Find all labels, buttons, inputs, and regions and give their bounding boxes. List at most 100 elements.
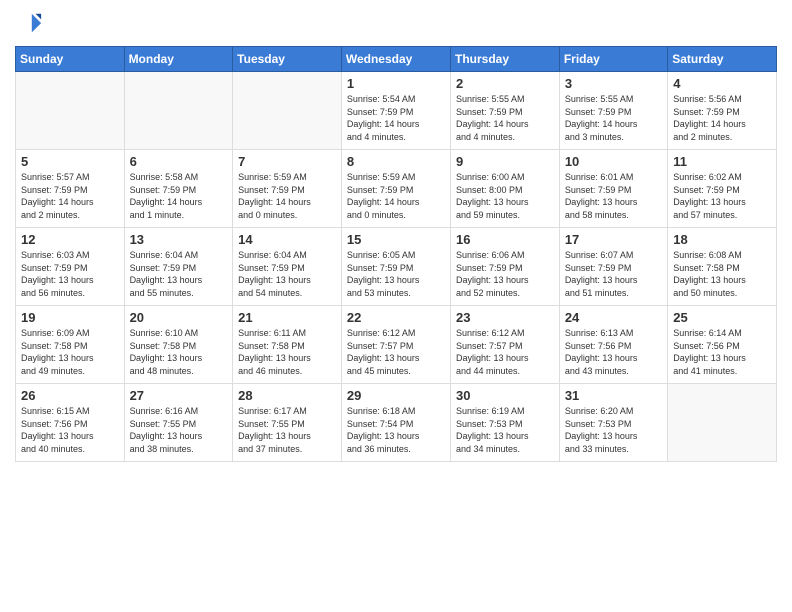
day-info: Sunrise: 6:17 AM Sunset: 7:55 PM Dayligh… <box>238 405 336 455</box>
calendar-cell: 5Sunrise: 5:57 AM Sunset: 7:59 PM Daylig… <box>16 150 125 228</box>
day-info: Sunrise: 6:09 AM Sunset: 7:58 PM Dayligh… <box>21 327 119 377</box>
calendar-cell: 16Sunrise: 6:06 AM Sunset: 7:59 PM Dayli… <box>450 228 559 306</box>
day-number: 9 <box>456 154 554 169</box>
day-info: Sunrise: 6:19 AM Sunset: 7:53 PM Dayligh… <box>456 405 554 455</box>
calendar-cell: 14 Sunrise: 6:04 AM Sunset: 7:59 PM Dayli… <box>233 228 342 306</box>
day-number: 22 <box>347 310 445 325</box>
day-number: 19 <box>21 310 119 325</box>
day-number: 30 <box>456 388 554 403</box>
day-number: 7 <box>238 154 336 169</box>
weekday-header-friday: Friday <box>559 47 667 72</box>
calendar: SundayMondayTuesdayWednesdayThursdayFrid… <box>15 46 777 462</box>
page: SundayMondayTuesdayWednesdayThursdayFrid… <box>0 0 792 612</box>
day-number: 31 <box>565 388 662 403</box>
day-number: 10 <box>565 154 662 169</box>
logo <box>15 10 47 38</box>
day-number: 2 <box>456 76 554 91</box>
calendar-cell: 19 Sunrise: 6:09 AM Sunset: 7:58 PM Dayli… <box>16 306 125 384</box>
week-row-4: 26 Sunrise: 6:15 AM Sunset: 7:56 PM Dayli… <box>16 384 777 462</box>
week-row-3: 19 Sunrise: 6:09 AM Sunset: 7:58 PM Dayli… <box>16 306 777 384</box>
day-number: 3 <box>565 76 662 91</box>
calendar-cell <box>124 72 233 150</box>
day-number: 17 <box>565 232 662 247</box>
day-info: Sunrise: 6:16 AM Sunset: 7:55 PM Dayligh… <box>130 405 228 455</box>
day-info: Sunrise: 6:00 AM Sunset: 8:00 PM Dayligh… <box>456 171 554 221</box>
day-info: Sunrise: 6:10 AM Sunset: 7:58 PM Dayligh… <box>130 327 228 377</box>
day-number: 6 <box>130 154 228 169</box>
calendar-cell: 13 Sunrise: 6:04 AM Sunset: 7:59 PM Dayli… <box>124 228 233 306</box>
calendar-cell: 30 Sunrise: 6:19 AM Sunset: 7:53 PM Dayli… <box>450 384 559 462</box>
weekday-header-saturday: Saturday <box>668 47 777 72</box>
calendar-cell <box>668 384 777 462</box>
day-number: 12 <box>21 232 119 247</box>
day-info: Sunrise: 5:59 AM Sunset: 7:59 PM Dayligh… <box>238 171 336 221</box>
weekday-header-thursday: Thursday <box>450 47 559 72</box>
day-info: Sunrise: 5:56 AM Sunset: 7:59 PM Dayligh… <box>673 93 771 143</box>
day-number: 23 <box>456 310 554 325</box>
week-row-2: 12 Sunrise: 6:03 AM Sunset: 7:59 PM Dayli… <box>16 228 777 306</box>
day-number: 14 <box>238 232 336 247</box>
calendar-cell: 2 Sunrise: 5:55 AM Sunset: 7:59 PM Daylig… <box>450 72 559 150</box>
calendar-cell: 27 Sunrise: 6:16 AM Sunset: 7:55 PM Dayli… <box>124 384 233 462</box>
day-number: 28 <box>238 388 336 403</box>
calendar-cell: 21Sunrise: 6:11 AM Sunset: 7:58 PM Dayli… <box>233 306 342 384</box>
day-number: 29 <box>347 388 445 403</box>
day-number: 18 <box>673 232 771 247</box>
calendar-cell: 12 Sunrise: 6:03 AM Sunset: 7:59 PM Dayli… <box>16 228 125 306</box>
day-info: Sunrise: 6:01 AM Sunset: 7:59 PM Dayligh… <box>565 171 662 221</box>
calendar-cell: 9 Sunrise: 6:00 AM Sunset: 8:00 PM Daylig… <box>450 150 559 228</box>
day-number: 15 <box>347 232 445 247</box>
calendar-cell: 26 Sunrise: 6:15 AM Sunset: 7:56 PM Dayli… <box>16 384 125 462</box>
day-info: Sunrise: 6:18 AM Sunset: 7:54 PM Dayligh… <box>347 405 445 455</box>
day-number: 4 <box>673 76 771 91</box>
day-number: 21 <box>238 310 336 325</box>
day-info: Sunrise: 5:55 AM Sunset: 7:59 PM Dayligh… <box>456 93 554 143</box>
week-row-0: 1 Sunrise: 5:54 AM Sunset: 7:59 PM Daylig… <box>16 72 777 150</box>
calendar-cell: 6Sunrise: 5:58 AM Sunset: 7:59 PM Daylig… <box>124 150 233 228</box>
calendar-cell: 8Sunrise: 5:59 AM Sunset: 7:59 PM Daylig… <box>341 150 450 228</box>
weekday-header-monday: Monday <box>124 47 233 72</box>
calendar-cell: 31Sunrise: 6:20 AM Sunset: 7:53 PM Dayli… <box>559 384 667 462</box>
day-number: 26 <box>21 388 119 403</box>
day-info: Sunrise: 6:12 AM Sunset: 7:57 PM Dayligh… <box>347 327 445 377</box>
day-info: Sunrise: 6:15 AM Sunset: 7:56 PM Dayligh… <box>21 405 119 455</box>
day-info: Sunrise: 6:02 AM Sunset: 7:59 PM Dayligh… <box>673 171 771 221</box>
day-info: Sunrise: 6:05 AM Sunset: 7:59 PM Dayligh… <box>347 249 445 299</box>
calendar-cell: 15 Sunrise: 6:05 AM Sunset: 7:59 PM Dayli… <box>341 228 450 306</box>
calendar-cell: 25 Sunrise: 6:14 AM Sunset: 7:56 PM Dayli… <box>668 306 777 384</box>
calendar-cell: 18 Sunrise: 6:08 AM Sunset: 7:58 PM Dayli… <box>668 228 777 306</box>
day-info: Sunrise: 5:59 AM Sunset: 7:59 PM Dayligh… <box>347 171 445 221</box>
day-info: Sunrise: 6:04 AM Sunset: 7:59 PM Dayligh… <box>238 249 336 299</box>
day-info: Sunrise: 5:57 AM Sunset: 7:59 PM Dayligh… <box>21 171 119 221</box>
day-number: 11 <box>673 154 771 169</box>
calendar-cell: 11 Sunrise: 6:02 AM Sunset: 7:59 PM Dayli… <box>668 150 777 228</box>
calendar-cell: 7 Sunrise: 5:59 AM Sunset: 7:59 PM Daylig… <box>233 150 342 228</box>
day-number: 1 <box>347 76 445 91</box>
day-info: Sunrise: 5:55 AM Sunset: 7:59 PM Dayligh… <box>565 93 662 143</box>
day-info: Sunrise: 6:08 AM Sunset: 7:58 PM Dayligh… <box>673 249 771 299</box>
day-number: 20 <box>130 310 228 325</box>
calendar-cell: 3 Sunrise: 5:55 AM Sunset: 7:59 PM Daylig… <box>559 72 667 150</box>
day-info: Sunrise: 5:54 AM Sunset: 7:59 PM Dayligh… <box>347 93 445 143</box>
weekday-header-wednesday: Wednesday <box>341 47 450 72</box>
weekday-header-tuesday: Tuesday <box>233 47 342 72</box>
header <box>15 10 777 38</box>
day-number: 27 <box>130 388 228 403</box>
day-info: Sunrise: 6:07 AM Sunset: 7:59 PM Dayligh… <box>565 249 662 299</box>
calendar-cell: 20 Sunrise: 6:10 AM Sunset: 7:58 PM Dayli… <box>124 306 233 384</box>
day-info: Sunrise: 6:12 AM Sunset: 7:57 PM Dayligh… <box>456 327 554 377</box>
day-info: Sunrise: 6:04 AM Sunset: 7:59 PM Dayligh… <box>130 249 228 299</box>
day-info: Sunrise: 6:06 AM Sunset: 7:59 PM Dayligh… <box>456 249 554 299</box>
day-info: Sunrise: 6:03 AM Sunset: 7:59 PM Dayligh… <box>21 249 119 299</box>
day-number: 13 <box>130 232 228 247</box>
day-info: Sunrise: 6:14 AM Sunset: 7:56 PM Dayligh… <box>673 327 771 377</box>
calendar-cell <box>16 72 125 150</box>
day-number: 25 <box>673 310 771 325</box>
calendar-cell <box>233 72 342 150</box>
day-number: 24 <box>565 310 662 325</box>
calendar-cell: 23 Sunrise: 6:12 AM Sunset: 7:57 PM Dayli… <box>450 306 559 384</box>
calendar-cell: 29 Sunrise: 6:18 AM Sunset: 7:54 PM Dayli… <box>341 384 450 462</box>
calendar-cell: 24Sunrise: 6:13 AM Sunset: 7:56 PM Dayli… <box>559 306 667 384</box>
calendar-cell: 22 Sunrise: 6:12 AM Sunset: 7:57 PM Dayli… <box>341 306 450 384</box>
calendar-cell: 1 Sunrise: 5:54 AM Sunset: 7:59 PM Daylig… <box>341 72 450 150</box>
